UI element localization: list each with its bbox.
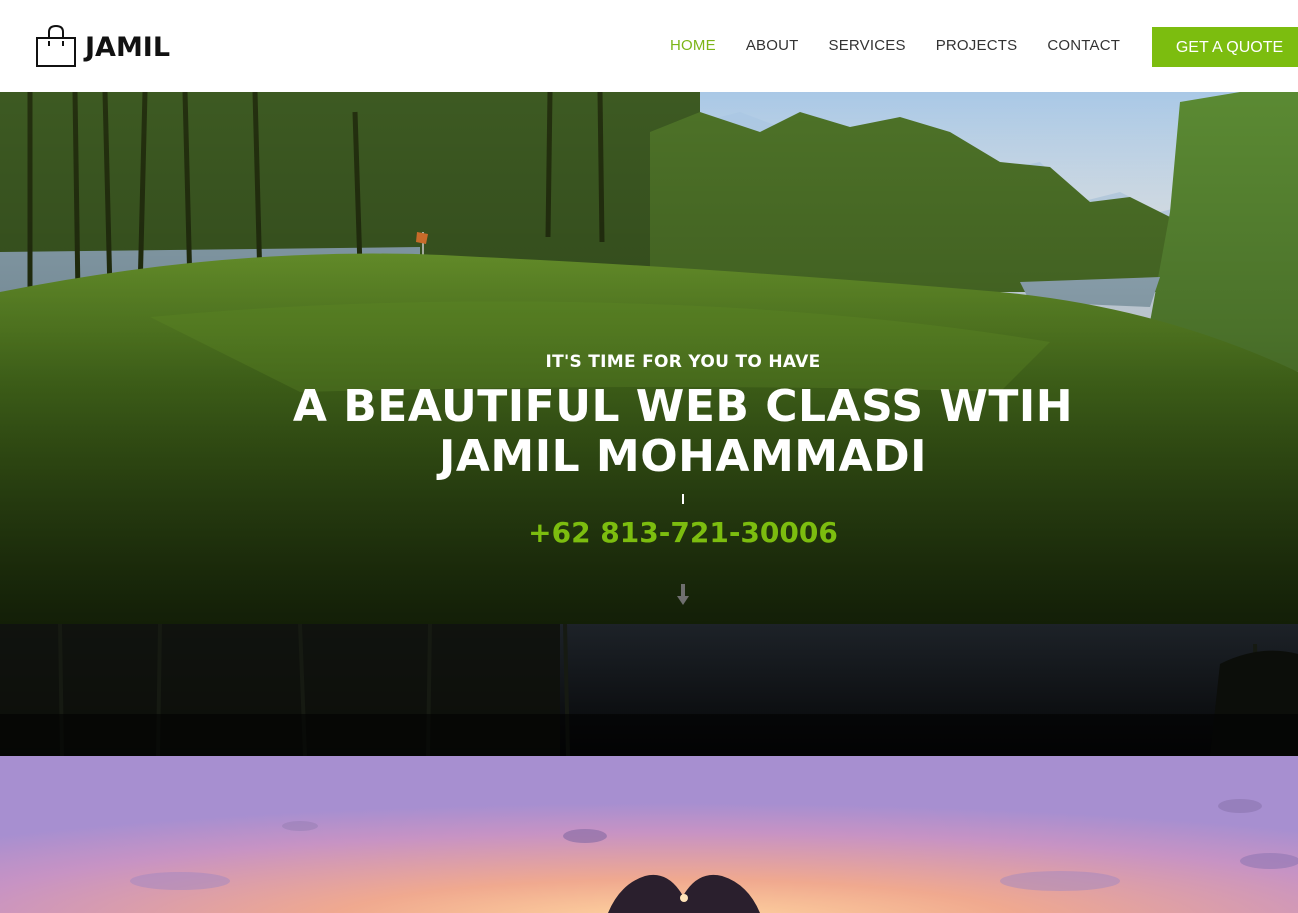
nav-projects[interactable]: PROJECTS	[921, 37, 1033, 54]
nav-contact[interactable]: CONTACT	[1032, 37, 1135, 54]
brand-name: JAMIL	[85, 32, 171, 63]
hero-title-line-2: JAMIL MOHAMMADI	[438, 431, 928, 482]
get-a-quote-button[interactable]: GET A QUOTE	[1152, 27, 1298, 67]
hero-section: IT'S TIME FOR YOU TO HAVE A BEAUTIFUL WE…	[0, 92, 1298, 624]
nav-home[interactable]: HOME	[655, 37, 731, 54]
brand-logo[interactable]: JAMIL	[34, 23, 170, 69]
dusk-background-image	[0, 624, 1298, 756]
hero-content: IT'S TIME FOR YOU TO HAVE A BEAUTIFUL WE…	[0, 92, 1298, 624]
site-header: JAMIL HOME ABOUT SERVICES PROJECTS CONTA…	[0, 0, 1298, 92]
dusk-parallax-section	[0, 624, 1298, 756]
main-nav: HOME ABOUT SERVICES PROJECTS CONTACT	[655, 0, 1135, 92]
sunset-section	[0, 756, 1298, 913]
nav-services[interactable]: SERVICES	[814, 37, 921, 54]
sunset-background-image	[0, 756, 1298, 913]
hero-title-line-1: A BEAUTIFUL WEB CLASS WTIH	[292, 381, 1074, 432]
shopping-bag-icon	[36, 24, 76, 67]
nav-about[interactable]: ABOUT	[731, 37, 814, 54]
hero-divider	[682, 494, 684, 504]
hero-phone-link[interactable]: +62 813-721-30006	[0, 516, 1298, 549]
hero-title: A BEAUTIFUL WEB CLASS WTIH JAMIL MOHAMMA…	[0, 382, 1298, 482]
arrow-down-icon[interactable]	[676, 584, 690, 606]
hero-kicker: IT'S TIME FOR YOU TO HAVE	[545, 352, 821, 372]
